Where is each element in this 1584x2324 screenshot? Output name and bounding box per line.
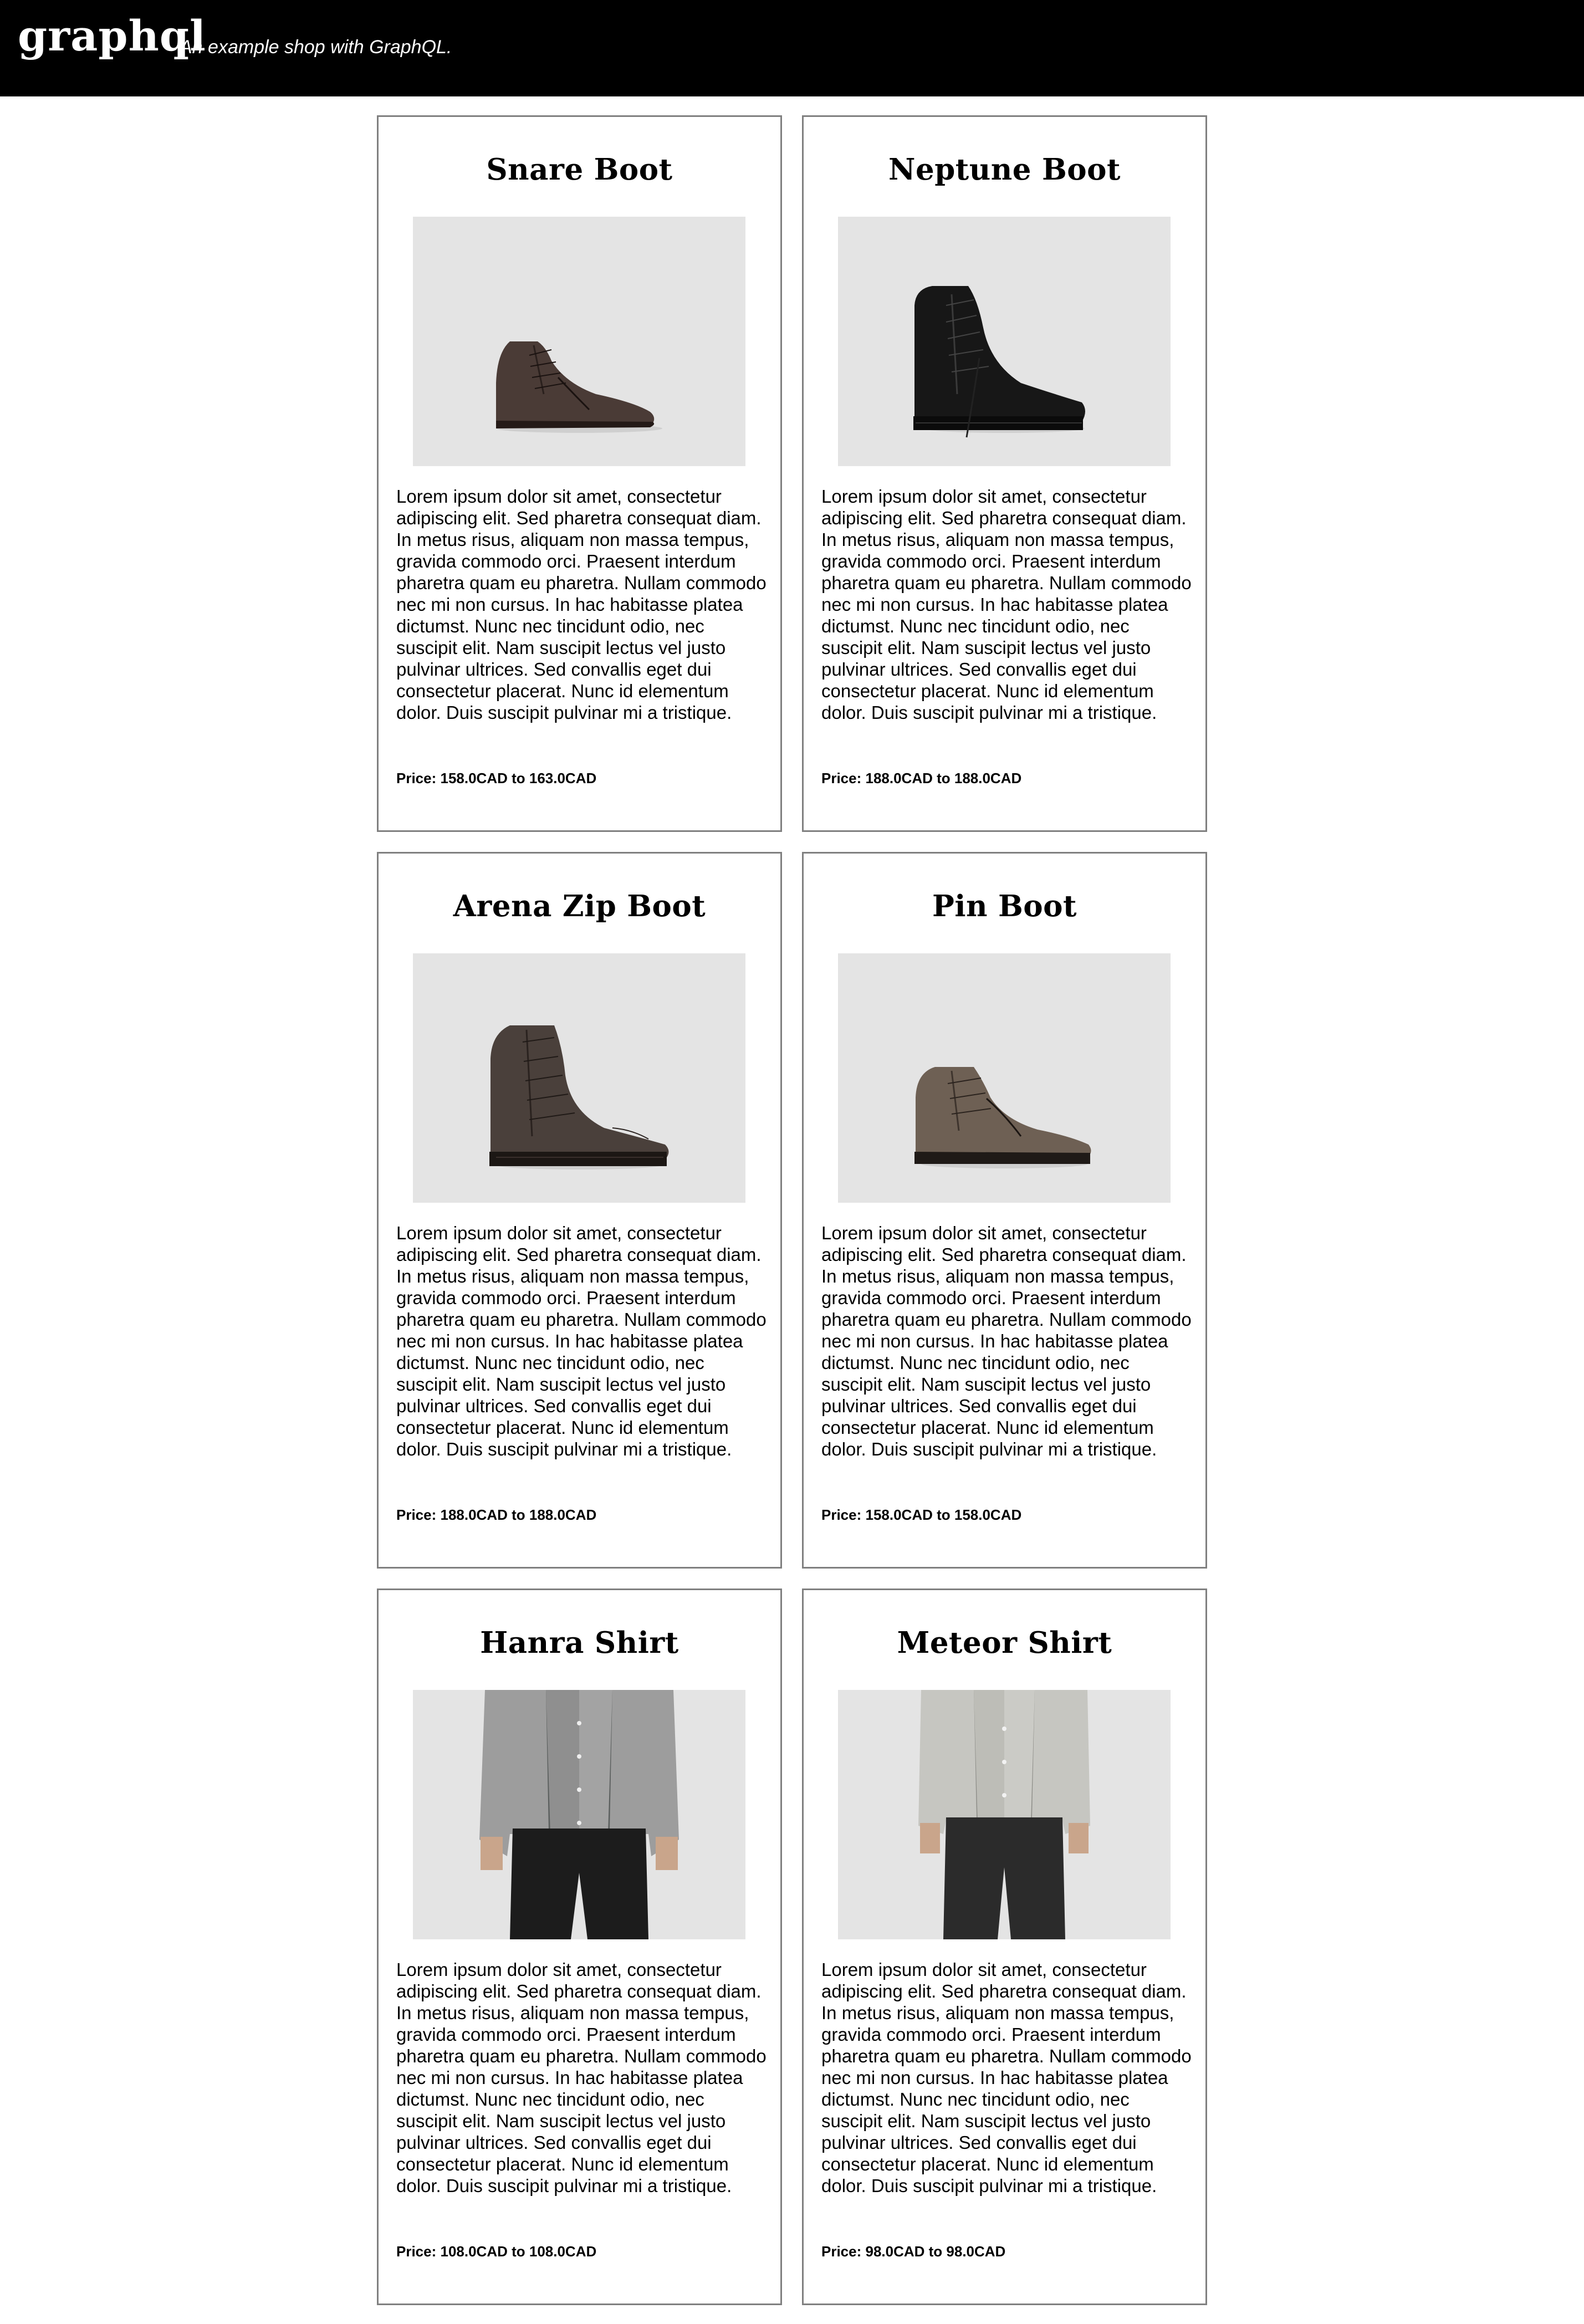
product-description: Lorem ipsum dolor sit amet, consectetur … bbox=[821, 486, 1192, 723]
product-card[interactable]: Arena Zip Boot Lorem ipsum dolor sit ame… bbox=[377, 852, 782, 1569]
product-title[interactable]: Neptune Boot bbox=[804, 152, 1205, 187]
meteor-shirt-image[interactable] bbox=[838, 1690, 1171, 1939]
arena-zip-boot-image[interactable] bbox=[413, 953, 745, 1203]
top-bar: graphql An example shop with GraphQL. bbox=[0, 0, 1584, 96]
product-card[interactable]: Meteor Shirt Lorem ipsum dolor sit amet,… bbox=[802, 1589, 1207, 2305]
product-price: Price: 98.0CAD to 98.0CAD bbox=[821, 2243, 1006, 2260]
product-card[interactable]: Pin Boot Lorem ipsum dolor sit amet, con… bbox=[802, 852, 1207, 1569]
product-card[interactable]: Snare Boot Lorem ipsum dolor sit amet, c… bbox=[377, 115, 782, 832]
product-price: Price: 108.0CAD to 108.0CAD bbox=[396, 2243, 597, 2260]
product-description: Lorem ipsum dolor sit amet, consectetur … bbox=[821, 1223, 1192, 1459]
product-grid: Snare Boot Lorem ipsum dolor sit amet, c… bbox=[377, 115, 1207, 2305]
product-description: Lorem ipsum dolor sit amet, consectetur … bbox=[821, 1959, 1192, 2196]
product-description: Lorem ipsum dolor sit amet, consectetur … bbox=[396, 486, 767, 723]
product-title[interactable]: Snare Boot bbox=[379, 152, 780, 187]
product-description: Lorem ipsum dolor sit amet, consectetur … bbox=[396, 1959, 767, 2196]
product-price: Price: 188.0CAD to 188.0CAD bbox=[821, 770, 1022, 786]
product-price: Price: 188.0CAD to 188.0CAD bbox=[396, 1506, 597, 1523]
hanra-shirt-image[interactable] bbox=[413, 1690, 745, 1939]
site-tagline: An example shop with GraphQL. bbox=[180, 37, 452, 58]
product-title[interactable]: Meteor Shirt bbox=[804, 1626, 1205, 1660]
product-title[interactable]: Hanra Shirt bbox=[379, 1626, 780, 1660]
neptune-boot-image[interactable] bbox=[838, 217, 1171, 466]
product-price: Price: 158.0CAD to 158.0CAD bbox=[821, 1506, 1022, 1523]
product-price: Price: 158.0CAD to 163.0CAD bbox=[396, 770, 597, 786]
brand-logo[interactable]: graphql bbox=[18, 11, 206, 60]
pin-boot-image[interactable] bbox=[838, 953, 1171, 1203]
product-title[interactable]: Arena Zip Boot bbox=[379, 889, 780, 923]
product-card[interactable]: Hanra Shirt Lorem ipsum dolor sit amet, … bbox=[377, 1589, 782, 2305]
snare-boot-image[interactable] bbox=[413, 217, 745, 466]
product-card[interactable]: Neptune Boot Lorem ipsum dolor sit amet,… bbox=[802, 115, 1207, 832]
product-description: Lorem ipsum dolor sit amet, consectetur … bbox=[396, 1223, 767, 1459]
product-title[interactable]: Pin Boot bbox=[804, 889, 1205, 923]
